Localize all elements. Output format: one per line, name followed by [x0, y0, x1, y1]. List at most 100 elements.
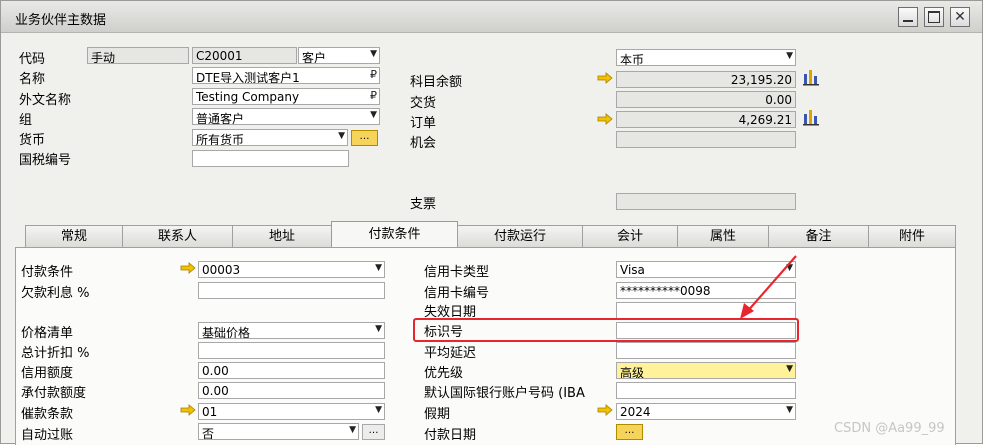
dunning-terms-value: 01: [202, 405, 218, 419]
translate-icon[interactable]: ₽: [370, 89, 377, 102]
name-field[interactable]: DTE导入测试客户1 ₽: [192, 67, 380, 84]
currency-label: 货币: [19, 133, 46, 148]
auto-post-browse-button[interactable]: …: [362, 424, 385, 440]
tab-general[interactable]: 常规: [25, 225, 123, 247]
foreign-name-label: 外文名称: [19, 93, 72, 108]
commitment-limit-field[interactable]: 0.00: [198, 382, 385, 399]
dunning-terms-select[interactable]: 01 ▼: [198, 403, 385, 420]
tab-properties[interactable]: 属性: [677, 225, 769, 247]
credit-limit-label: 信用额度: [21, 366, 74, 381]
checks-label: 支票: [410, 197, 437, 212]
holidays-select[interactable]: 2024 ▼: [616, 403, 796, 420]
deliveries-field: 0.00: [616, 91, 796, 108]
bar-chart-icon[interactable]: [802, 68, 820, 86]
deliveries-label: 交货: [410, 96, 437, 111]
orders-field: 4,269.21: [616, 111, 796, 128]
bp-type-value: 客户: [302, 51, 327, 64]
chevron-down-icon: ▼: [370, 49, 377, 59]
link-arrow-icon[interactable]: [180, 262, 196, 274]
tab-payment-run[interactable]: 付款运行: [457, 225, 583, 247]
price-list-label: 价格清单: [21, 326, 74, 341]
dunning-terms-label: 催款条款: [21, 407, 74, 422]
watermark: CSDN @Aa99_99: [834, 421, 945, 436]
auto-post-select[interactable]: 否 ▼: [198, 423, 359, 440]
currency-select[interactable]: 所有货币 ▼: [192, 129, 348, 146]
link-arrow-icon[interactable]: [597, 72, 613, 84]
translate-icon[interactable]: ₽: [370, 68, 377, 81]
currency-display-select[interactable]: 本币 ▼: [616, 49, 796, 66]
discount-label: 总计折扣 %: [21, 346, 90, 361]
interest-field[interactable]: [198, 282, 385, 299]
credit-limit-field[interactable]: 0.00: [198, 362, 385, 379]
maximize-button[interactable]: [924, 7, 944, 27]
group-select[interactable]: 普通客户 ▼: [192, 108, 380, 125]
annotation-arrow-icon: [740, 255, 797, 319]
chevron-down-icon: ▼: [338, 131, 345, 141]
iban-label: 默认国际银行账户号码 (IBA: [424, 386, 585, 401]
foreign-name-value: Testing Company: [196, 90, 300, 104]
link-arrow-icon[interactable]: [180, 404, 196, 416]
tab-payment-terms[interactable]: 付款条件: [331, 221, 458, 248]
tab-remarks[interactable]: 备注: [768, 225, 869, 247]
group-label: 组: [19, 113, 33, 128]
tax-id-label: 国税编号: [19, 153, 72, 168]
tab-attachments[interactable]: 附件: [868, 225, 956, 247]
checks-field: [616, 193, 796, 210]
chevron-down-icon: ▼: [375, 263, 382, 273]
card-number-label: 信用卡编号: [424, 286, 490, 301]
priority-value: 高级: [620, 366, 645, 379]
balance-label: 科目余额: [410, 75, 463, 90]
chevron-down-icon: ▼: [786, 364, 793, 374]
title-bar: 业务伙伴主数据 ✕: [1, 1, 982, 33]
payment-terms-label: 付款条件: [21, 265, 74, 280]
price-list-select[interactable]: 基础价格 ▼: [198, 322, 385, 339]
currency-browse-button[interactable]: …: [351, 130, 378, 146]
bp-type-select[interactable]: 客户 ▼: [298, 47, 380, 64]
iban-field[interactable]: [616, 382, 796, 399]
foreign-name-field[interactable]: Testing Company ₽: [192, 88, 380, 105]
auto-post-label: 自动过账: [21, 428, 74, 443]
chevron-down-icon: ▼: [375, 405, 382, 415]
name-value: DTE导入测试客户1: [196, 71, 300, 84]
link-arrow-icon[interactable]: [597, 404, 613, 416]
opportunities-label: 机会: [410, 136, 437, 151]
annotation-highlight-box: [413, 318, 799, 342]
minimize-icon: [903, 20, 913, 22]
interest-label: 欠款利息 %: [21, 286, 90, 301]
close-icon: ✕: [954, 9, 966, 25]
chevron-down-icon: ▼: [375, 324, 382, 334]
card-type-label: 信用卡类型: [424, 265, 490, 280]
currency-value: 所有货币: [196, 133, 245, 146]
priority-label: 优先级: [424, 366, 464, 381]
window-title: 业务伙伴主数据: [15, 13, 107, 28]
opportunities-field: [616, 131, 796, 148]
discount-field[interactable]: [198, 342, 385, 359]
minimize-button[interactable]: [898, 7, 918, 27]
payment-dates-button[interactable]: …: [616, 424, 643, 440]
chevron-down-icon: ▼: [370, 110, 377, 120]
priority-select[interactable]: 高级 ▼: [616, 362, 796, 379]
chevron-down-icon: ▼: [349, 425, 356, 435]
tab-accounting[interactable]: 会计: [582, 225, 678, 247]
commitment-limit-label: 承付款额度: [21, 386, 87, 401]
code-label: 代码: [19, 52, 46, 67]
card-type-value: Visa: [620, 263, 645, 277]
auto-post-value: 否: [202, 427, 215, 440]
maximize-icon: [928, 11, 940, 23]
payment-terms-select[interactable]: 00003 ▼: [198, 261, 385, 278]
tab-contacts[interactable]: 联系人: [122, 225, 233, 247]
tab-addresses[interactable]: 地址: [232, 225, 332, 247]
holidays-value: 2024: [620, 405, 651, 419]
avg-delay-label: 平均延迟: [424, 346, 477, 361]
bar-chart-icon[interactable]: [802, 108, 820, 126]
code-field[interactable]: C20001: [192, 47, 297, 64]
link-arrow-icon[interactable]: [597, 113, 613, 125]
orders-label: 订单: [410, 116, 437, 131]
name-label: 名称: [19, 72, 46, 87]
close-button[interactable]: ✕: [950, 7, 970, 27]
business-partner-window: 业务伙伴主数据 ✕ 代码 手动 C20001 客户 ▼ 名称 DTE导入测试客户1…: [0, 0, 983, 445]
avg-delay-field[interactable]: [616, 342, 796, 359]
payment-dates-label: 付款日期: [424, 428, 477, 443]
tax-id-field[interactable]: [192, 150, 349, 167]
chevron-down-icon: ▼: [786, 51, 793, 61]
